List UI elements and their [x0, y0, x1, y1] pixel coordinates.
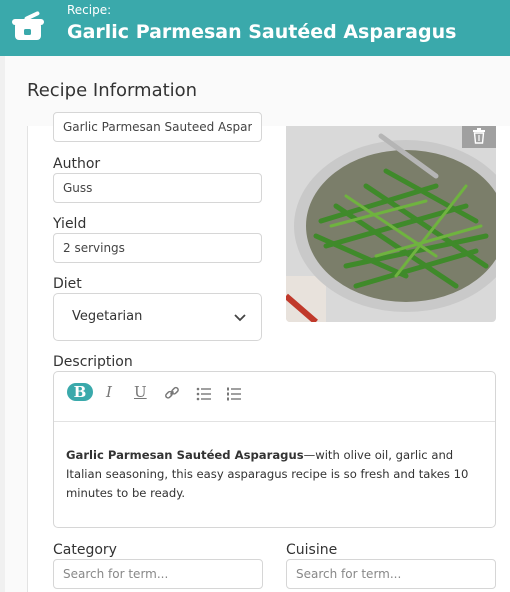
recipe-kicker: Recipe:	[67, 3, 112, 17]
bold-icon[interactable]: B	[67, 383, 93, 401]
author-field[interactable]	[53, 173, 262, 203]
link-icon[interactable]	[164, 384, 180, 402]
chevron-down-icon	[234, 314, 246, 322]
description-label: Description	[53, 354, 133, 370]
trash-icon	[473, 128, 485, 144]
category-search-input[interactable]	[53, 559, 263, 589]
header-bar: Recipe: Garlic Parmesan Sautéed Asparagu…	[0, 0, 510, 56]
yield-label: Yield	[53, 216, 87, 232]
description-editor[interactable]: B I U Garlic Parmesan Sautéed Asparagus—…	[53, 371, 496, 528]
author-label: Author	[53, 156, 101, 172]
diet-label: Diet	[53, 276, 82, 292]
recipe-photo	[286, 126, 496, 322]
form-area: Author Yield Diet Vegetarian	[27, 112, 510, 592]
category-label: Category	[53, 542, 117, 558]
delete-photo-button[interactable]	[462, 126, 496, 148]
cuisine-label: Cuisine	[286, 542, 338, 558]
diet-selected-value: Vegetarian	[72, 309, 143, 324]
diet-select[interactable]: Vegetarian	[53, 293, 262, 341]
editor-toolbar: B I U	[54, 372, 495, 422]
underline-icon[interactable]: U	[134, 383, 147, 401]
bullet-list-icon[interactable]	[196, 385, 212, 403]
panel-title: Recipe Information	[27, 80, 198, 101]
italic-icon[interactable]: I	[106, 383, 112, 401]
description-bold-text: Garlic Parmesan Sautéed Asparagus	[66, 448, 304, 462]
yield-field[interactable]	[53, 233, 262, 263]
recipe-title: Garlic Parmesan Sautéed Asparagus	[67, 21, 457, 43]
pot-icon	[12, 11, 44, 40]
description-text: Garlic Parmesan Sautéed Asparagus—with o…	[66, 446, 486, 503]
numbered-list-icon[interactable]	[226, 385, 242, 403]
cuisine-search-input[interactable]	[286, 559, 496, 589]
recipe-name-field[interactable]	[53, 112, 262, 142]
